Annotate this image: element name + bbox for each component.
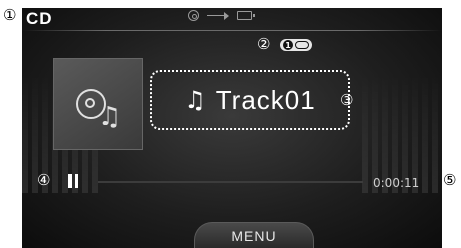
- track-name: Track01: [215, 84, 316, 115]
- elapsed-time: 0:00:11: [373, 176, 420, 190]
- card-icon: [237, 11, 255, 20]
- callout-5: ⑤: [443, 171, 457, 189]
- callout-2: ②: [257, 35, 271, 53]
- usb-icon: [207, 11, 229, 21]
- album-art: ♫: [53, 58, 143, 150]
- track-info-box[interactable]: ♫ Track01: [150, 70, 350, 130]
- source-status-icons: [188, 10, 255, 21]
- header-divider: [22, 30, 442, 31]
- repeat-mode-badge: 1: [280, 39, 312, 51]
- page-title: CD: [26, 9, 53, 28]
- menu-button[interactable]: MENU: [194, 222, 314, 248]
- disc-icon: [188, 10, 199, 21]
- callout-3: ③: [340, 91, 354, 109]
- music-note-icon: ♫: [184, 86, 206, 114]
- pause-icon[interactable]: [68, 174, 78, 188]
- equalizer-background-right: [362, 73, 442, 193]
- callout-4: ④: [37, 171, 51, 189]
- repeat-icon: [295, 41, 309, 49]
- music-note-icon: ♫: [98, 102, 122, 132]
- callout-1: ①: [3, 6, 17, 24]
- progress-bar[interactable]: [98, 181, 363, 183]
- repeat-one-icon: 1: [283, 40, 293, 50]
